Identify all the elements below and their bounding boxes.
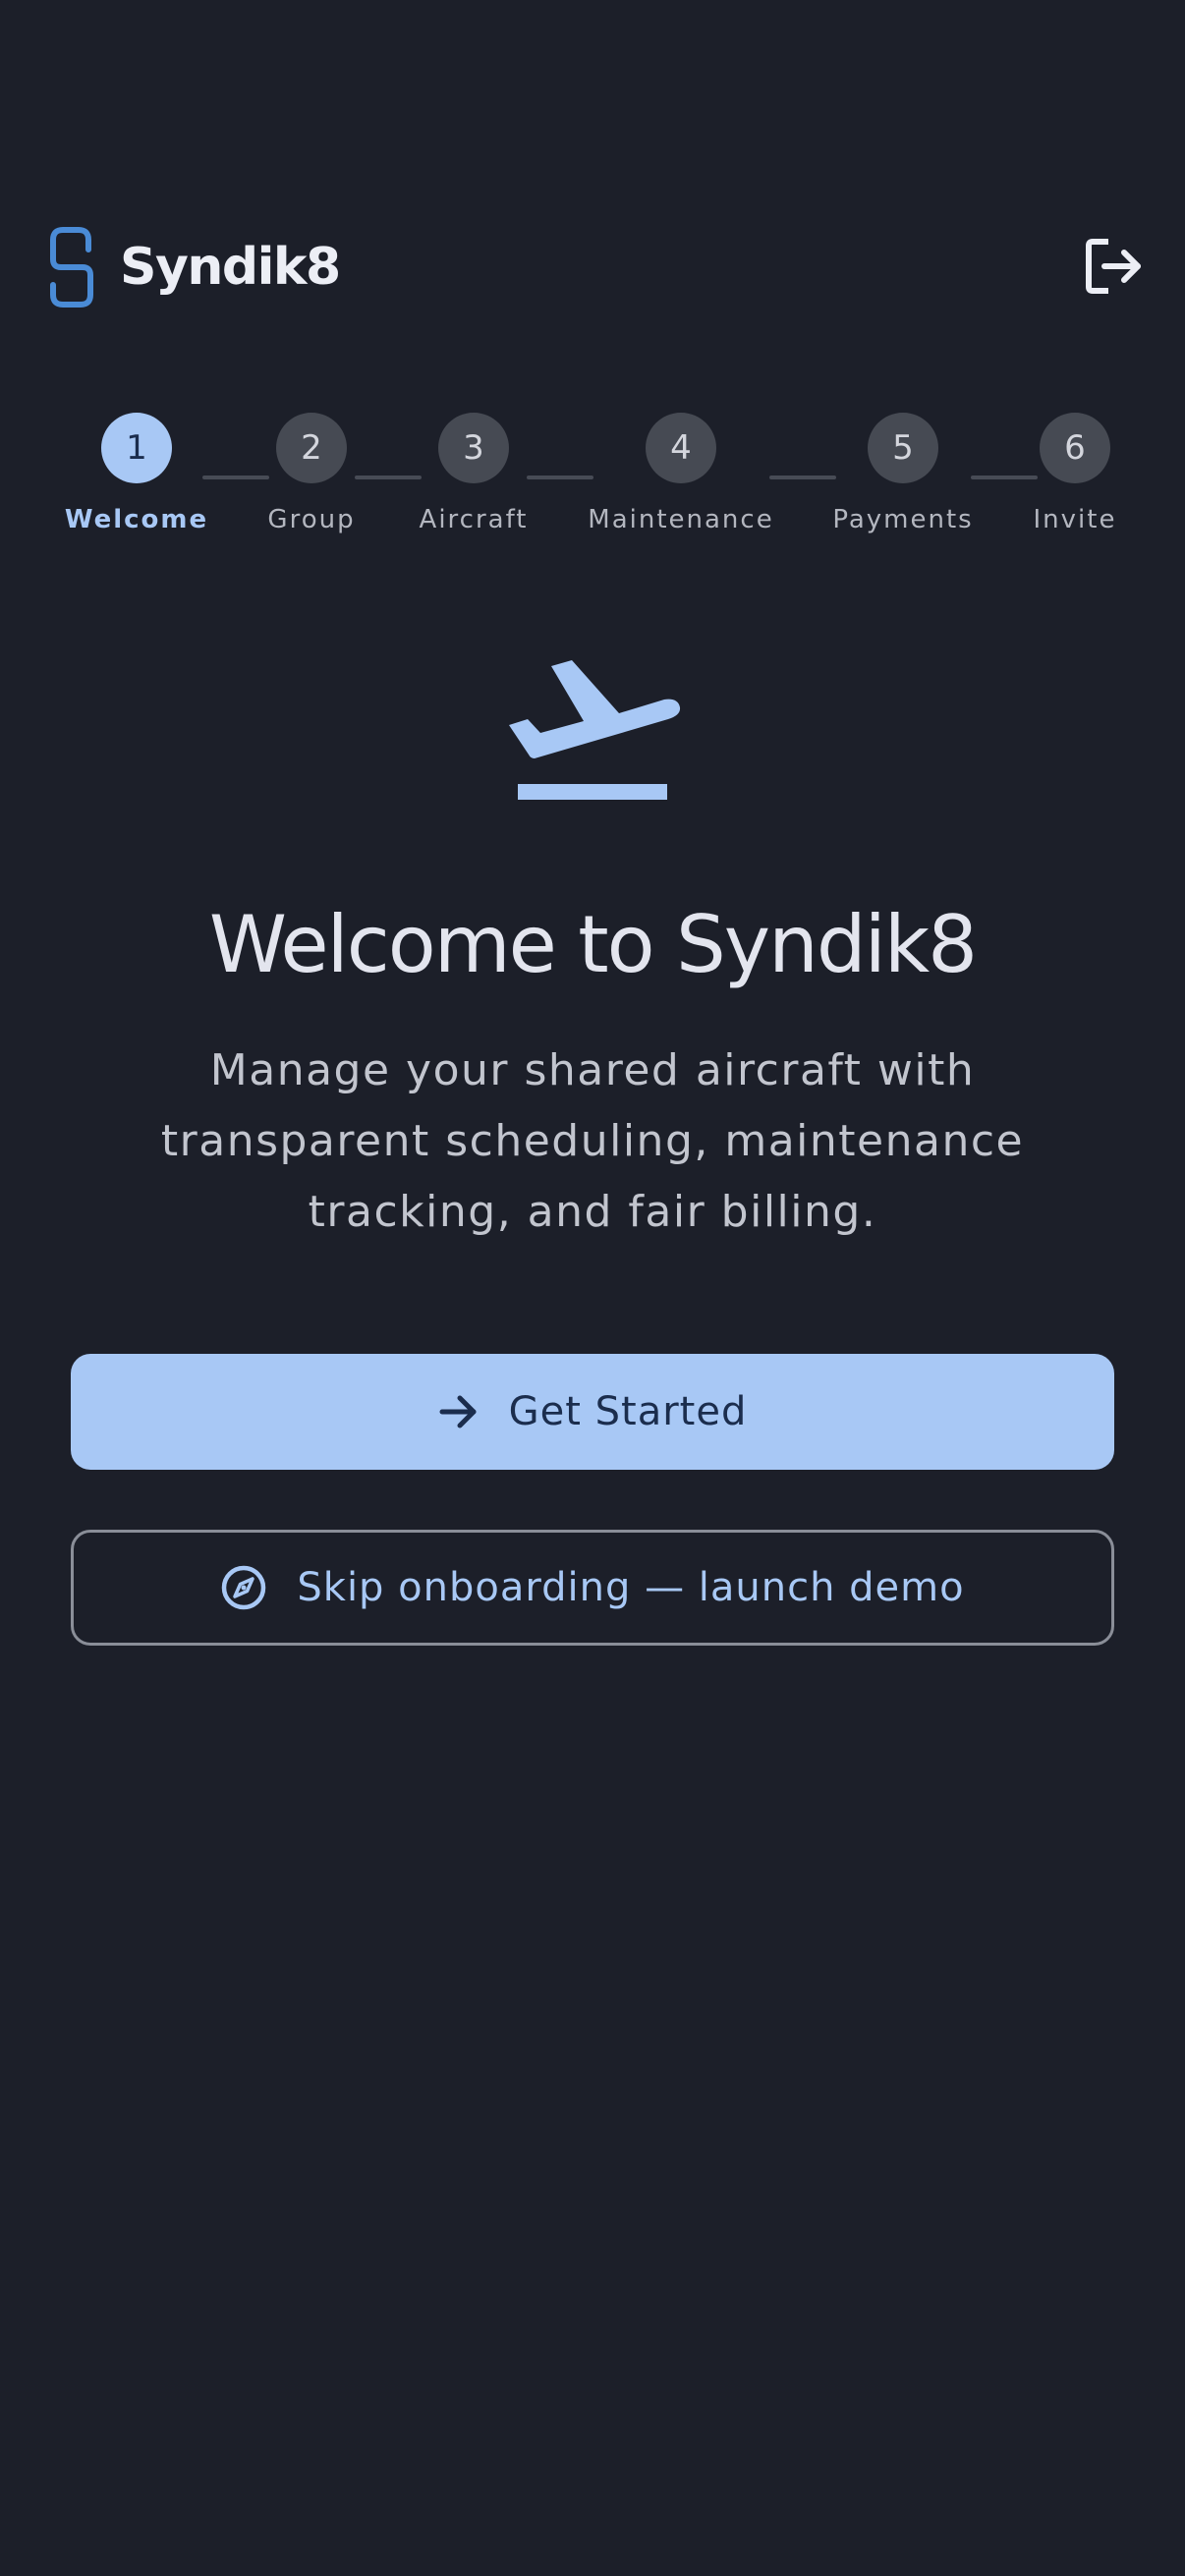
step-label: Maintenance bbox=[588, 505, 774, 534]
skip-onboarding-label: Skip onboarding — launch demo bbox=[297, 1565, 965, 1610]
welcome-title: Welcome to Syndik8 bbox=[208, 899, 978, 990]
flight-takeoff-icon bbox=[509, 660, 681, 800]
step-label: Aircraft bbox=[419, 505, 529, 534]
compass-icon bbox=[220, 1564, 267, 1611]
get-started-label: Get Started bbox=[508, 1389, 748, 1434]
step-aircraft[interactable]: 3 Aircraft bbox=[375, 413, 572, 534]
step-number: 1 bbox=[101, 413, 172, 483]
welcome-subtitle: Manage your shared aircraft with transpa… bbox=[160, 1045, 1025, 1237]
step-label: Invite bbox=[1033, 505, 1117, 534]
step-number: 6 bbox=[1040, 413, 1110, 483]
logout-button[interactable] bbox=[1079, 232, 1148, 301]
step-number: 3 bbox=[438, 413, 509, 483]
step-number: 5 bbox=[868, 413, 938, 483]
arrow-right-icon bbox=[438, 1391, 480, 1432]
logout-icon bbox=[1086, 239, 1141, 294]
step-welcome[interactable]: 1 Welcome bbox=[38, 413, 235, 534]
step-payments[interactable]: 5 Payments bbox=[805, 413, 1001, 534]
get-started-button[interactable]: Get Started bbox=[71, 1354, 1114, 1470]
onboarding-stepper: 1 Welcome 2 Group 3 Aircraft 4 Maintenan… bbox=[0, 413, 1185, 550]
step-invite[interactable]: 6 Invite bbox=[977, 413, 1173, 534]
step-label: Welcome bbox=[64, 505, 209, 534]
skip-onboarding-button[interactable]: Skip onboarding — launch demo bbox=[71, 1530, 1114, 1646]
step-maintenance[interactable]: 4 Maintenance bbox=[583, 413, 779, 534]
syndik8-logo-icon bbox=[50, 227, 93, 308]
app-name: Syndik8 bbox=[120, 238, 341, 297]
step-number: 4 bbox=[646, 413, 716, 483]
step-number: 2 bbox=[276, 413, 347, 483]
step-label: Payments bbox=[832, 505, 974, 534]
app-header: Syndik8 bbox=[0, 218, 1185, 316]
